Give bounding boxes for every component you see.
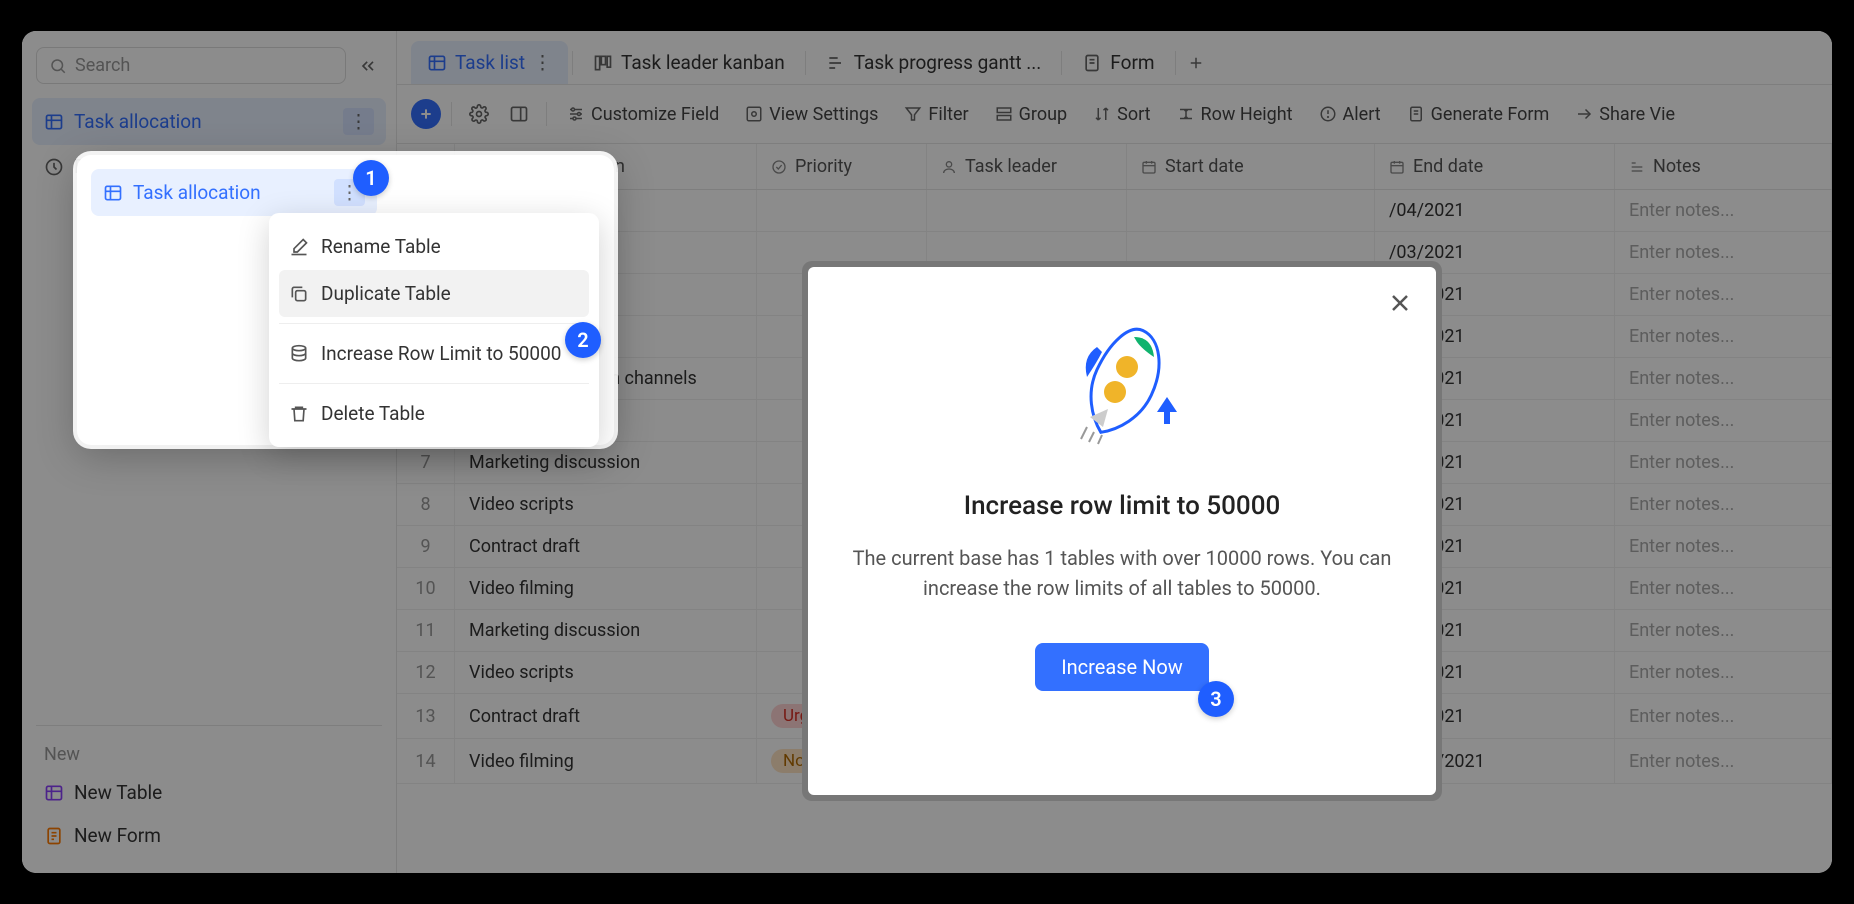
menu-item-delete[interactable]: Delete Table — [279, 390, 589, 437]
divider — [279, 383, 589, 384]
step-badge-2: 2 — [565, 322, 601, 358]
table-context-menu: Rename Table Duplicate Table Increase Ro… — [269, 213, 599, 447]
menu-label: Rename Table — [321, 235, 441, 258]
increase-limit-modal: Increase row limit to 50000 The current … — [808, 267, 1436, 795]
increase-now-button[interactable]: Increase Now — [1035, 643, 1209, 691]
close-icon — [1388, 291, 1412, 315]
menu-item-increase-limit[interactable]: Increase Row Limit to 50000 — [279, 330, 589, 377]
divider — [279, 323, 589, 324]
modal-frame: Increase row limit to 50000 The current … — [802, 261, 1442, 801]
modal-close-button[interactable] — [1384, 287, 1416, 319]
edit-icon — [289, 237, 309, 257]
sidebar-item-label: Task allocation — [133, 181, 261, 204]
rocket-illustration — [1042, 307, 1202, 467]
sidebar-item-task-allocation-highlight[interactable]: Task allocation ⋮ — [91, 169, 377, 216]
modal-title: Increase row limit to 50000 — [964, 491, 1281, 521]
menu-label: Duplicate Table — [321, 282, 451, 305]
trash-icon — [289, 404, 309, 424]
menu-label: Increase Row Limit to 50000 — [321, 342, 561, 365]
menu-item-duplicate[interactable]: Duplicate Table — [279, 270, 589, 317]
database-icon — [289, 344, 309, 364]
copy-icon — [289, 284, 309, 304]
menu-label: Delete Table — [321, 402, 425, 425]
menu-item-rename[interactable]: Rename Table — [279, 223, 589, 270]
app-window: Search Task allocation ⋮ Dashboard New N… — [22, 31, 1832, 873]
step-badge-3: 3 — [1198, 681, 1234, 717]
modal-description: The current base has 1 tables with over … — [852, 543, 1392, 603]
table-icon — [103, 183, 123, 203]
step-badge-1: 1 — [353, 160, 389, 196]
